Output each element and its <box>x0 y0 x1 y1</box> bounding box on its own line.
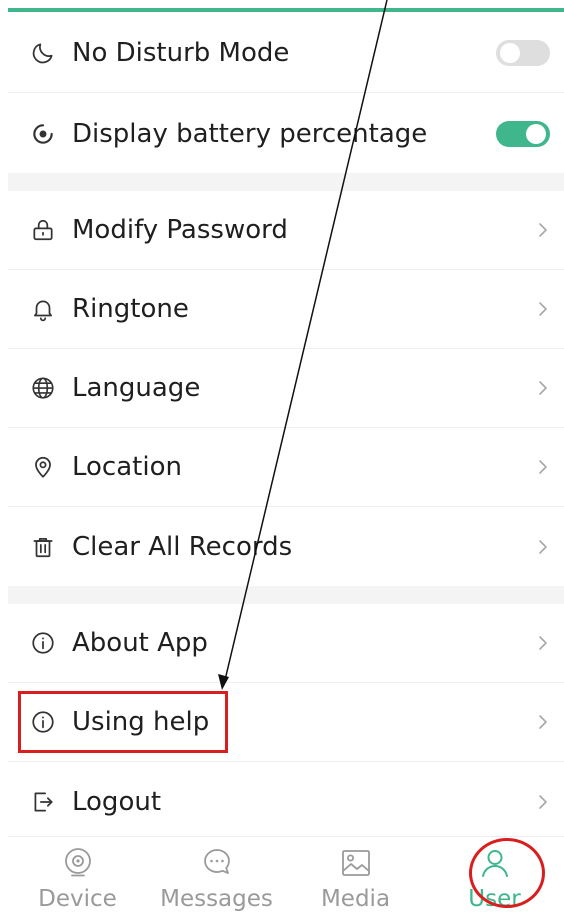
tab-device[interactable]: Device <box>8 837 147 914</box>
chat-bubble-icon <box>200 846 234 884</box>
info-icon <box>28 707 58 737</box>
setting-label: Location <box>72 452 182 482</box>
setting-label: Clear All Records <box>72 531 293 562</box>
moon-icon <box>28 38 58 68</box>
tab-messages[interactable]: Messages <box>147 837 286 914</box>
tab-label: Messages <box>160 886 273 912</box>
setting-row-about-app[interactable]: About App <box>8 604 564 683</box>
no-disturb-toggle[interactable] <box>496 40 550 66</box>
tab-label: Media <box>320 886 391 912</box>
battery-percentage-toggle[interactable] <box>496 120 550 147</box>
image-icon <box>339 846 373 884</box>
setting-row-location[interactable]: Location <box>8 428 564 507</box>
trash-icon <box>28 532 58 562</box>
setting-row-clear-records[interactable]: Clear All Records <box>8 507 564 586</box>
bottom-tab-bar: Device Messages Media User <box>8 836 564 914</box>
setting-label: Using help <box>72 707 210 737</box>
setting-row-logout[interactable]: Logout <box>8 762 564 841</box>
logout-icon <box>28 787 58 817</box>
chevron-right-icon <box>536 299 550 319</box>
battery-circle-icon <box>28 119 58 149</box>
setting-row-battery-percentage[interactable]: Display battery percentage <box>8 94 564 173</box>
location-pin-icon <box>28 452 58 482</box>
setting-row-no-disturb[interactable]: No Disturb Mode <box>8 14 564 93</box>
tab-label: User <box>468 886 521 912</box>
section-divider <box>8 173 564 191</box>
bell-icon <box>28 294 58 324</box>
settings-page: No Disturb Mode Display battery percenta… <box>8 0 564 914</box>
setting-label: No Disturb Mode <box>72 38 290 68</box>
setting-row-ringtone[interactable]: Ringtone <box>8 270 564 349</box>
chevron-right-icon <box>536 457 550 477</box>
globe-icon <box>28 373 58 403</box>
chevron-right-icon <box>536 633 550 653</box>
chevron-right-icon <box>536 537 550 557</box>
lock-icon <box>28 215 58 245</box>
setting-label: Logout <box>72 786 162 817</box>
setting-label: Modify Password <box>72 215 288 245</box>
section-divider <box>8 586 564 604</box>
setting-label: Ringtone <box>72 294 189 324</box>
setting-row-modify-password[interactable]: Modify Password <box>8 191 564 270</box>
chevron-right-icon <box>536 220 550 240</box>
tab-user[interactable]: User <box>425 837 564 914</box>
info-icon <box>28 628 58 658</box>
chevron-right-icon <box>536 712 550 732</box>
setting-label: Display battery percentage <box>72 118 428 149</box>
setting-label: About App <box>72 628 208 658</box>
setting-row-language[interactable]: Language <box>8 349 564 428</box>
tab-label: Device <box>38 886 117 912</box>
device-icon <box>61 846 95 884</box>
header-accent-line <box>8 8 564 12</box>
setting-label: Language <box>72 373 201 403</box>
tab-media[interactable]: Media <box>286 837 425 914</box>
user-icon <box>478 846 512 884</box>
chevron-right-icon <box>536 792 550 812</box>
chevron-right-icon <box>536 378 550 398</box>
setting-row-using-help[interactable]: Using help <box>8 683 564 762</box>
